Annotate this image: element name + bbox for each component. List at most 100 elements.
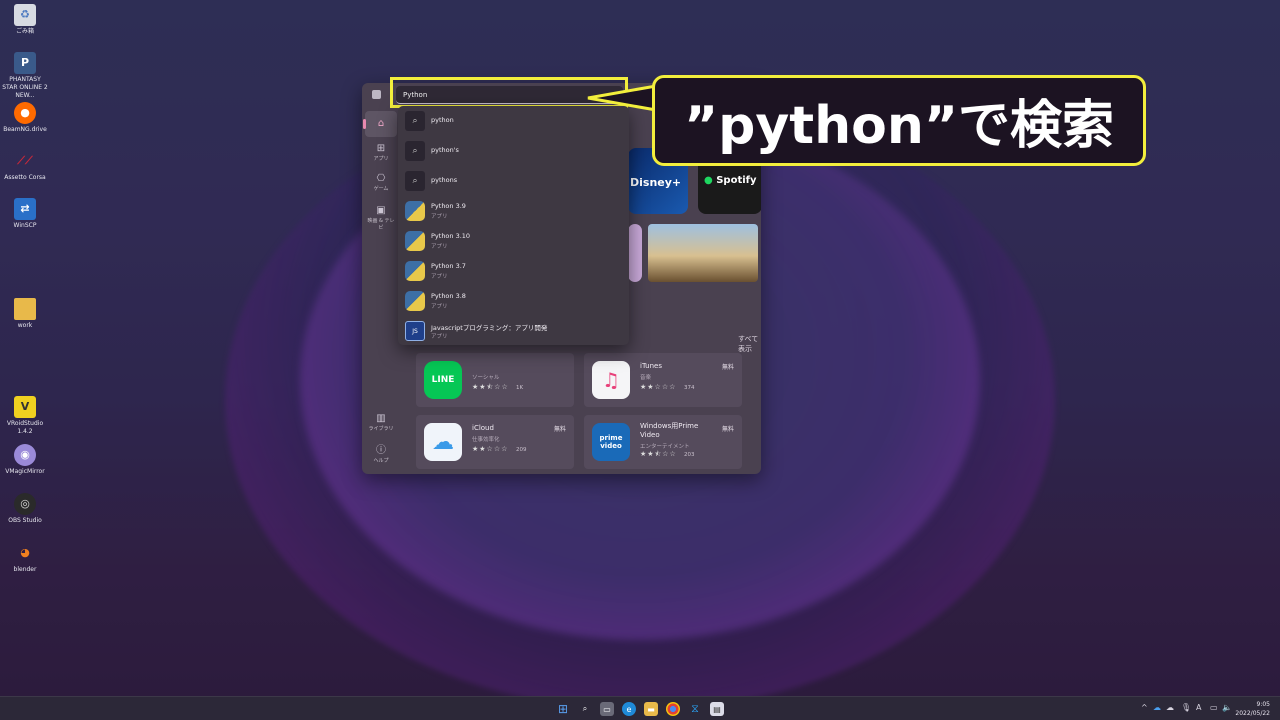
search-icon: ⌕ — [405, 111, 425, 131]
suggestion-label: Python 3.7 — [431, 262, 466, 270]
suggestion-label: python's — [431, 146, 459, 154]
featured-tile-partial[interactable] — [628, 224, 642, 282]
app-card-prime-video[interactable]: prime video Windows用Prime Video エンターテイメン… — [584, 415, 742, 469]
suggestion-item[interactable]: ⌕ python's — [398, 136, 629, 166]
selection-indicator — [363, 119, 366, 129]
desktop-icon-label: blender — [13, 566, 37, 573]
onedrive-icon[interactable]: ☁ — [1153, 703, 1161, 712]
app-name: iCloud — [472, 424, 494, 432]
suggestion-label: python — [431, 116, 454, 124]
desktop-icon-label: BeamNG.drive — [3, 126, 47, 133]
store-logo-icon — [372, 90, 381, 99]
sidebar-item-help[interactable]: ⓘ ヘルプ — [365, 445, 397, 464]
app-card-icloud[interactable]: ☁ iCloud 仕事効率化 ★★☆☆☆ 209 無料 — [416, 415, 574, 469]
suggestion-item-app[interactable]: Python 3.7 アプリ — [398, 256, 629, 286]
desktop-icon-beamng[interactable]: ● BeamNG.drive — [2, 102, 48, 134]
assetto-corsa-icon: ⟋⟋ — [17, 154, 33, 167]
suggestion-sublabel: アプリ — [431, 214, 448, 220]
cloud-icon[interactable]: ☁ — [1166, 703, 1174, 712]
start-icon[interactable]: ⊞ — [556, 702, 570, 716]
prime-video-icon: prime video — [592, 423, 630, 461]
suggestion-label: Javascriptプログラミング：アプリ開発 — [431, 324, 548, 332]
itunes-icon: ♫ — [592, 361, 630, 399]
desktop-icon-obs[interactable]: ◎ OBS Studio — [2, 493, 48, 525]
callout-box: ”python”で検索 — [652, 75, 1146, 166]
rating-stars: ★★⯪☆☆ — [640, 450, 677, 458]
desktop-icon-vroid[interactable]: V VRoidStudio 1.4.2 — [2, 396, 48, 436]
suggestion-label: pythons — [431, 176, 458, 184]
desktop-icon-blender[interactable]: ◕ blender — [2, 542, 48, 574]
sidebar-item-movies[interactable]: ▣ 映画 & テレビ — [365, 205, 397, 231]
rating-count: 374 — [684, 385, 695, 391]
suggestion-item[interactable]: ⌕ pythons — [398, 166, 629, 196]
desktop-icon-winscp[interactable]: ⇄ WinSCP — [2, 198, 48, 230]
sidebar-item-library[interactable]: ▥ ライブラリ — [365, 413, 397, 432]
rating-stars: ★★☆☆☆ — [640, 383, 677, 391]
gamepad-icon: ⎔ — [376, 173, 386, 184]
app-price: 無料 — [721, 364, 734, 371]
python-icon — [405, 291, 425, 311]
vscode-icon[interactable]: ⧖ — [688, 702, 702, 716]
edge-icon[interactable]: e — [622, 702, 636, 716]
taskbar: ⊞ ⌕ ▭ e ▬ ⧖ ▤ ^ ☁ ☁ 🎙 A ▭ 🔈 9:05 2022/05… — [0, 696, 1280, 720]
suggestion-item-app[interactable]: Python 3.10 アプリ — [398, 226, 629, 256]
python-icon — [405, 261, 425, 281]
apps-icon: ⊞ — [376, 143, 386, 154]
recycle-bin-icon: ♻ — [14, 4, 36, 26]
suggestion-item-app[interactable]: Python 3.9 アプリ — [398, 196, 629, 226]
callout-text: ”python”で検索 — [683, 96, 1115, 156]
store-taskbar-icon[interactable]: ▤ — [710, 702, 724, 716]
chrome-icon[interactable] — [666, 702, 680, 716]
desktop-icon-assetto-corsa[interactable]: ⟋⟋ Assetto Corsa — [2, 150, 48, 182]
desktop-icon-work-folder[interactable]: work — [2, 298, 48, 330]
sidebar-item-games[interactable]: ⎔ ゲーム — [365, 173, 397, 192]
library-icon: ▥ — [376, 413, 386, 424]
help-icon: ⓘ — [376, 445, 386, 456]
desktop-icon-vmagicmirror[interactable]: ◉ VMagicMirror — [2, 444, 48, 476]
suggestion-item-app[interactable]: Python 3.8 アプリ — [398, 286, 629, 316]
app-category: ソーシャル — [472, 375, 500, 381]
callout-pointer — [587, 84, 658, 112]
rating-count: 209 — [516, 447, 527, 453]
search-icon[interactable]: ⌕ — [578, 702, 592, 716]
beamng-icon: ● — [14, 102, 36, 124]
suggestion-item-app[interactable]: JS Javascriptプログラミング：アプリ開発 アプリ — [398, 316, 629, 346]
task-view-icon[interactable]: ▭ — [600, 702, 614, 716]
line-icon: LINE — [424, 361, 462, 399]
desktop-icon-pso2[interactable]: P PHANTASY STAR ONLINE 2 NEW... — [2, 52, 48, 100]
sidebar-item-apps[interactable]: ⊞ アプリ — [365, 143, 397, 162]
clock[interactable]: 9:05 2022/05/22 — [1235, 700, 1270, 718]
app-card-line[interactable]: LINE ソーシャル ★★⯪☆☆ 1K — [416, 353, 574, 407]
movie-banner-tile[interactable] — [648, 224, 758, 282]
clock-date: 2022/05/22 — [1235, 710, 1270, 717]
vroid-icon: V — [14, 396, 36, 418]
ime-indicator[interactable]: A — [1196, 703, 1201, 712]
sidebar-item-home[interactable]: ⌂ — [363, 111, 397, 137]
chevron-up-icon[interactable]: ^ — [1141, 703, 1148, 712]
suggestion-sublabel: アプリ — [431, 274, 448, 280]
see-all-link[interactable]: すべて表示 — [738, 334, 761, 354]
file-explorer-icon[interactable]: ▬ — [644, 702, 658, 716]
pso2-icon: P — [14, 52, 36, 74]
desktop-icon-recycle-bin[interactable]: ♻ ごみ箱 — [2, 4, 48, 36]
network-icon[interactable]: ▭ — [1210, 703, 1218, 712]
desktop-icon-label: OBS Studio — [8, 517, 42, 524]
spotify-text: Spotify — [716, 175, 757, 186]
suggestion-sublabel: アプリ — [431, 304, 448, 310]
desktop-icon-label: work — [17, 322, 33, 329]
vmagicmirror-icon: ◉ — [14, 444, 36, 466]
suggestion-sublabel: アプリ — [431, 334, 448, 340]
spotify-icon: ● — [704, 175, 713, 186]
icloud-icon: ☁ — [424, 423, 462, 461]
clock-time: 9:05 — [1256, 701, 1270, 708]
prime-video-icon-text: prime video — [599, 434, 623, 450]
app-card-itunes[interactable]: ♫ iTunes 音楽 ★★☆☆☆ 374 無料 — [584, 353, 742, 407]
app-category: エンターテイメント — [640, 444, 690, 450]
microphone-icon[interactable]: 🎙 — [1181, 703, 1191, 712]
line-icon-text: LINE — [431, 375, 455, 385]
obs-icon: ◎ — [14, 493, 36, 515]
icloud-icon-glyph: ☁ — [432, 429, 454, 455]
javascript-app-icon: JS — [405, 321, 425, 341]
sidebar: ⌂ ⊞ アプリ ⎔ ゲーム ▣ 映画 & テレビ ▥ ライブラリ ⓘ ヘルプ — [362, 105, 398, 474]
volume-icon[interactable]: 🔈 — [1222, 703, 1232, 712]
